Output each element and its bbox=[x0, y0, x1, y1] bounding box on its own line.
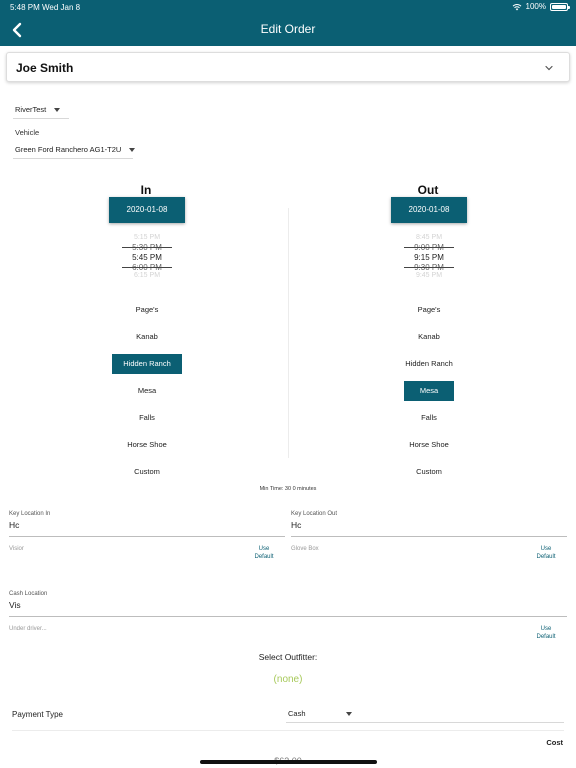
in-location-pages[interactable]: Page's bbox=[112, 300, 182, 320]
out-location-custom[interactable]: Custom bbox=[394, 462, 464, 482]
cash-location-underline bbox=[9, 616, 567, 617]
in-location-hidden-ranch[interactable]: Hidden Ranch bbox=[112, 354, 182, 374]
payment-type-select[interactable]: Cash bbox=[288, 709, 352, 718]
out-location-hidden-ranch[interactable]: Hidden Ranch bbox=[394, 354, 464, 374]
vehicle-select[interactable]: Green Ford Ranchero AG1-T2U bbox=[15, 145, 136, 154]
cash-location-label: Cash Location bbox=[9, 591, 48, 597]
in-location-falls[interactable]: Falls bbox=[112, 408, 182, 428]
battery-percent: 100% bbox=[525, 2, 546, 11]
river-select[interactable]: RiverTest bbox=[15, 105, 61, 114]
key-location-out-input[interactable]: Hc bbox=[291, 520, 301, 530]
out-column-title: Out bbox=[417, 183, 439, 197]
river-select-underline bbox=[13, 118, 69, 119]
status-date: Wed Jan 8 bbox=[42, 3, 81, 12]
in-location-custom[interactable]: Custom bbox=[112, 462, 182, 482]
payment-divider bbox=[12, 730, 564, 731]
payment-type-underline bbox=[286, 722, 564, 723]
in-location-mesa[interactable]: Mesa bbox=[112, 381, 182, 401]
battery-fill bbox=[552, 4, 566, 9]
in-column-title: In bbox=[140, 183, 152, 197]
status-time: 5:48 PM bbox=[10, 3, 40, 12]
dropdown-arrow-icon bbox=[345, 712, 352, 717]
picker-selection-line bbox=[122, 247, 172, 248]
in-time-option[interactable]: 6:15 PM bbox=[112, 272, 182, 279]
out-time-option[interactable]: 8:45 PM bbox=[394, 234, 464, 241]
min-time-text: Min Time: 30 0 minutes bbox=[259, 486, 317, 492]
dropdown-arrow-icon bbox=[54, 108, 61, 113]
out-time-picker[interactable]: 8:45 PM 9:00 PM 9:15 PM 9:30 PM 9:45 PM bbox=[394, 234, 464, 282]
under-driver-input[interactable]: Under driver... bbox=[9, 626, 47, 632]
key-location-in-input[interactable]: Hc bbox=[9, 520, 19, 530]
key-location-out-label: Key Location Out bbox=[291, 511, 338, 517]
out-location-mesa[interactable]: Mesa bbox=[404, 381, 454, 401]
status-bar: 5:48 PM Wed Jan 8 100% bbox=[0, 0, 576, 14]
glove-box-use-default-button[interactable]: Use Default bbox=[531, 545, 561, 561]
visior-use-default-button[interactable]: Use Default bbox=[249, 545, 279, 561]
picker-selection-line bbox=[404, 267, 454, 268]
cash-location-input[interactable]: Vis bbox=[9, 600, 21, 610]
customer-dropdown[interactable]: Joe Smith bbox=[6, 52, 570, 82]
vehicle-select-underline bbox=[13, 158, 133, 159]
visior-input[interactable]: Visior bbox=[9, 546, 24, 552]
customer-name: Joe Smith bbox=[16, 61, 74, 75]
picker-selection-line bbox=[404, 247, 454, 248]
glove-box-input[interactable]: Glove Box bbox=[291, 546, 319, 552]
battery-icon bbox=[550, 2, 570, 11]
cost-label: Cost bbox=[546, 738, 563, 747]
out-time-selected[interactable]: 9:15 PM bbox=[394, 253, 464, 262]
picker-selection-line bbox=[122, 267, 172, 268]
in-location-horse-shoe[interactable]: Horse Shoe bbox=[112, 435, 182, 455]
out-location-falls[interactable]: Falls bbox=[394, 408, 464, 428]
dropdown-arrow-icon bbox=[129, 148, 136, 153]
key-location-out-underline bbox=[291, 536, 567, 537]
outfitter-label: Select Outfitter: bbox=[258, 652, 318, 662]
in-time-picker[interactable]: 5:15 PM 5:30 PM 5:45 PM 6:00 PM 6:15 PM bbox=[112, 234, 182, 282]
column-divider bbox=[288, 208, 289, 458]
vehicle-label: Vehicle bbox=[15, 128, 40, 137]
key-location-in-underline bbox=[9, 536, 285, 537]
nav-bar: Edit Order bbox=[0, 14, 576, 46]
under-driver-use-default-button[interactable]: Use Default bbox=[531, 625, 561, 641]
payment-type-label: Payment Type bbox=[12, 710, 63, 719]
river-select-value: RiverTest bbox=[15, 105, 47, 114]
out-location-kanab[interactable]: Kanab bbox=[394, 327, 464, 347]
key-location-in-label: Key Location In bbox=[9, 511, 51, 517]
outfitter-select[interactable]: (none) bbox=[0, 674, 576, 685]
in-location-kanab[interactable]: Kanab bbox=[112, 327, 182, 347]
out-date-button[interactable]: 2020-01-08 bbox=[391, 197, 467, 223]
home-indicator[interactable] bbox=[200, 760, 377, 764]
in-time-selected[interactable]: 5:45 PM bbox=[112, 253, 182, 262]
out-location-horse-shoe[interactable]: Horse Shoe bbox=[394, 435, 464, 455]
chevron-down-icon bbox=[545, 65, 553, 71]
in-time-option[interactable]: 5:15 PM bbox=[112, 234, 182, 241]
in-date-button[interactable]: 2020-01-08 bbox=[109, 197, 185, 223]
out-location-pages[interactable]: Page's bbox=[394, 300, 464, 320]
status-right: 100% bbox=[512, 2, 570, 11]
wifi-icon bbox=[512, 3, 521, 10]
payment-type-value: Cash bbox=[288, 709, 306, 718]
page-title: Edit Order bbox=[260, 22, 316, 36]
vehicle-select-value: Green Ford Ranchero AG1-T2U bbox=[15, 145, 122, 154]
out-time-option[interactable]: 9:45 PM bbox=[394, 272, 464, 279]
